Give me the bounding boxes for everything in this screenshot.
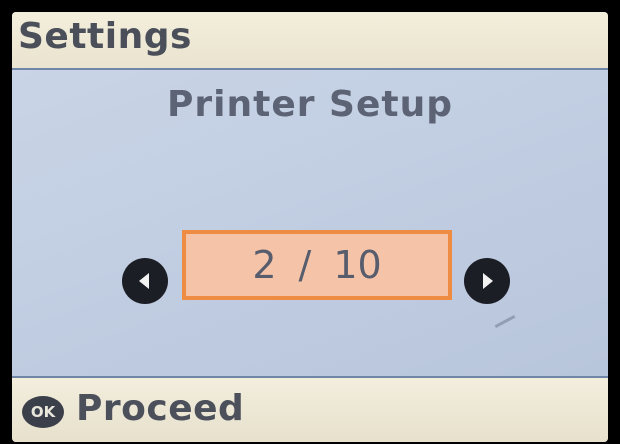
next-button[interactable]	[464, 258, 510, 304]
ok-button-icon[interactable]: OK	[22, 396, 64, 428]
footer-bar: OK Proceed	[12, 376, 608, 442]
menu-item-label: Printer Setup	[167, 84, 453, 125]
printer-display: Settings Printer Setup 2 / 10 OK Proceed	[0, 0, 620, 444]
page-separator: /	[298, 243, 312, 287]
page-counter: 2 / 10	[186, 234, 448, 296]
proceed-label: Proceed	[76, 388, 245, 429]
lcd-screen: Settings Printer Setup 2 / 10 OK Proceed	[12, 12, 608, 442]
page-title: Settings	[18, 16, 192, 57]
page-indicator: 2 / 10	[182, 230, 452, 300]
header-bar: Settings	[12, 12, 608, 70]
left-arrow-icon	[139, 273, 149, 289]
right-arrow-icon	[483, 273, 493, 289]
current-page: 2	[252, 243, 277, 287]
previous-button[interactable]	[122, 258, 168, 304]
total-pages: 10	[333, 243, 382, 287]
pager: 2 / 10	[12, 222, 608, 304]
